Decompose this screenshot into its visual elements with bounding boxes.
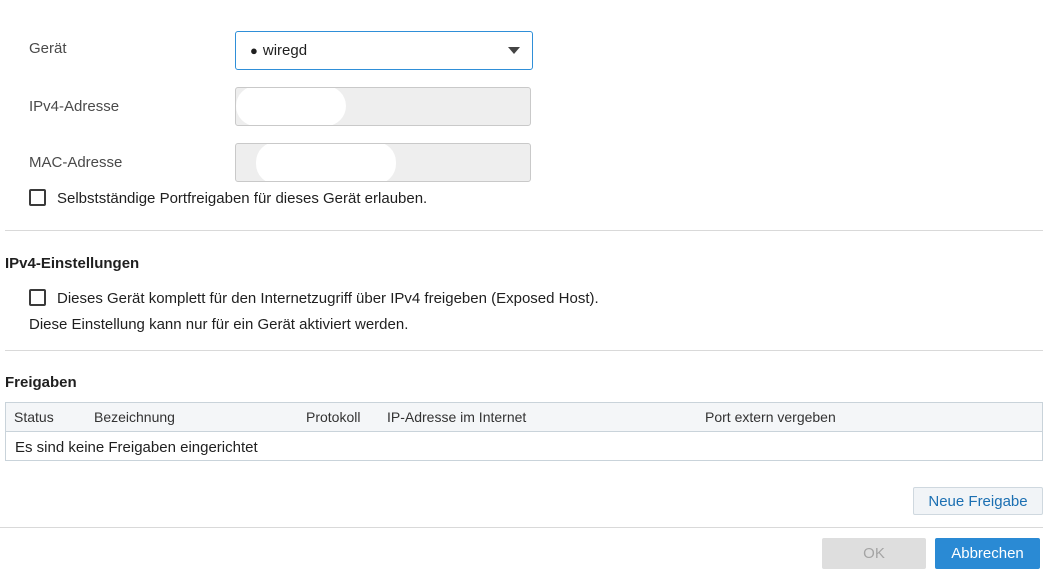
self-port-forward-checkbox[interactable] (29, 189, 46, 206)
redaction-mask (236, 88, 346, 125)
exposed-host-checkbox[interactable] (29, 289, 46, 306)
ipv4-address-field (235, 87, 531, 126)
new-share-button[interactable]: Neue Freigabe (913, 487, 1043, 515)
status-dot-icon: ● (250, 43, 258, 58)
mac-address-field: I (235, 143, 531, 182)
column-header-bezeichnung: Bezeichnung (94, 409, 175, 425)
mac-address-label: MAC-Adresse (29, 154, 123, 171)
ok-button[interactable]: OK (822, 538, 926, 569)
device-select[interactable]: ● wiregd (235, 31, 533, 70)
table-empty-message: Es sind keine Freigaben eingerichtet (15, 439, 258, 456)
exposed-host-note: Diese Einstellung kann nur für ein Gerät… (29, 316, 409, 333)
ipv4-address-label: IPv4-Adresse (29, 98, 120, 115)
column-header-protokoll: Protokoll (306, 409, 361, 425)
device-label: Gerät (29, 40, 67, 57)
cancel-button[interactable]: Abbrechen (935, 538, 1040, 569)
shares-title: Freigaben (5, 374, 77, 391)
column-header-status: Status (14, 409, 54, 425)
device-port-settings-dialog: Gerät ● wiregd IPv4-Adresse MAC-Adresse … (0, 0, 1043, 577)
exposed-host-label: Dieses Gerät komplett für den Internetzu… (57, 290, 599, 307)
device-select-value: wiregd (262, 42, 308, 59)
redaction-mask (256, 144, 396, 181)
column-header-port: Port extern vergeben (705, 409, 836, 425)
column-header-ip-address: IP-Adresse im Internet (387, 409, 527, 425)
divider (0, 527, 1043, 528)
shares-table: Status Bezeichnung Protokoll IP-Adresse … (5, 402, 1043, 461)
ipv4-settings-title: IPv4-Einstellungen (5, 255, 140, 272)
divider (5, 350, 1043, 351)
self-port-forward-label: Selbstständige Portfreigaben für dieses … (57, 190, 428, 207)
table-header: Status Bezeichnung Protokoll IP-Adresse … (6, 403, 1042, 432)
divider (5, 230, 1043, 231)
chevron-down-icon (508, 47, 520, 54)
